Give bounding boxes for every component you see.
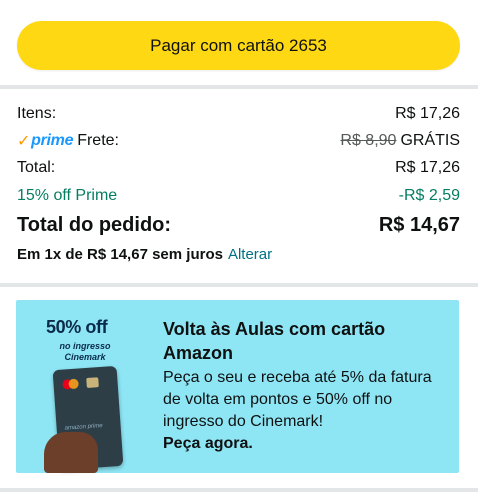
prime-logo: ✓ prime bbox=[17, 132, 74, 150]
prime-check-icon: ✓ bbox=[17, 133, 31, 150]
discount-row: 15% off Prime -R$ 2,59 bbox=[17, 184, 460, 208]
section-divider bbox=[0, 85, 478, 89]
promo-title: Volta às Aulas com cartão Amazon bbox=[163, 319, 386, 363]
order-total-row: Total do pedido: R$ 14,67 bbox=[17, 211, 460, 239]
promo-card-art: 50% off no ingresso Cinemark amazon prim… bbox=[16, 300, 151, 473]
total-value: R$ 17,26 bbox=[395, 159, 460, 176]
installment-text: Em 1x de R$ 14,67 sem juros bbox=[17, 245, 223, 263]
installment-row: Em 1x de R$ 14,67 sem juros Alterar bbox=[17, 242, 460, 266]
shipping-value: GRÁTIS bbox=[400, 132, 460, 149]
items-label: Itens: bbox=[17, 105, 57, 122]
promo-badge-title: 50% off bbox=[46, 317, 108, 337]
promo-badge-subtitle: no ingresso Cinemark bbox=[59, 341, 111, 362]
discount-value: -R$ 2,59 bbox=[398, 187, 460, 204]
discount-label: 15% off Prime bbox=[17, 187, 118, 204]
promo-cta-link[interactable]: Peça agora. bbox=[163, 433, 448, 455]
items-row: Itens: R$ 17,26 bbox=[17, 102, 460, 126]
promo-text: Volta às Aulas com cartão Amazon Peça o … bbox=[163, 317, 448, 455]
section-divider bbox=[0, 283, 478, 287]
mastercard-icon bbox=[62, 378, 79, 390]
total-row: Total: R$ 17,26 bbox=[17, 156, 460, 180]
checkout-action-area: Pagar com cartão 2653 bbox=[0, 0, 478, 85]
promo-body: Peça o seu e receba até 5% da fatura de … bbox=[163, 369, 432, 430]
total-label: Total: bbox=[17, 159, 56, 176]
order-total-value: R$ 14,67 bbox=[378, 213, 460, 236]
hand-image bbox=[44, 432, 98, 473]
shipping-row: ✓ prime Frete: R$ 8,90 GRÁTIS bbox=[17, 129, 460, 153]
items-value: R$ 17,26 bbox=[395, 105, 460, 122]
shipping-old-price: R$ 8,90 bbox=[340, 132, 397, 149]
promo-banner[interactable]: 50% off no ingresso Cinemark amazon prim… bbox=[16, 300, 459, 473]
shipping-label: Frete: bbox=[77, 132, 119, 149]
order-total-label: Total do pedido: bbox=[17, 213, 172, 236]
section-divider bbox=[0, 488, 478, 492]
change-installment-link[interactable]: Alterar bbox=[228, 246, 272, 263]
card-brand-text: amazon prime bbox=[64, 423, 103, 432]
card-chip-icon bbox=[86, 377, 99, 389]
pay-with-card-button[interactable]: Pagar com cartão 2653 bbox=[17, 21, 460, 70]
